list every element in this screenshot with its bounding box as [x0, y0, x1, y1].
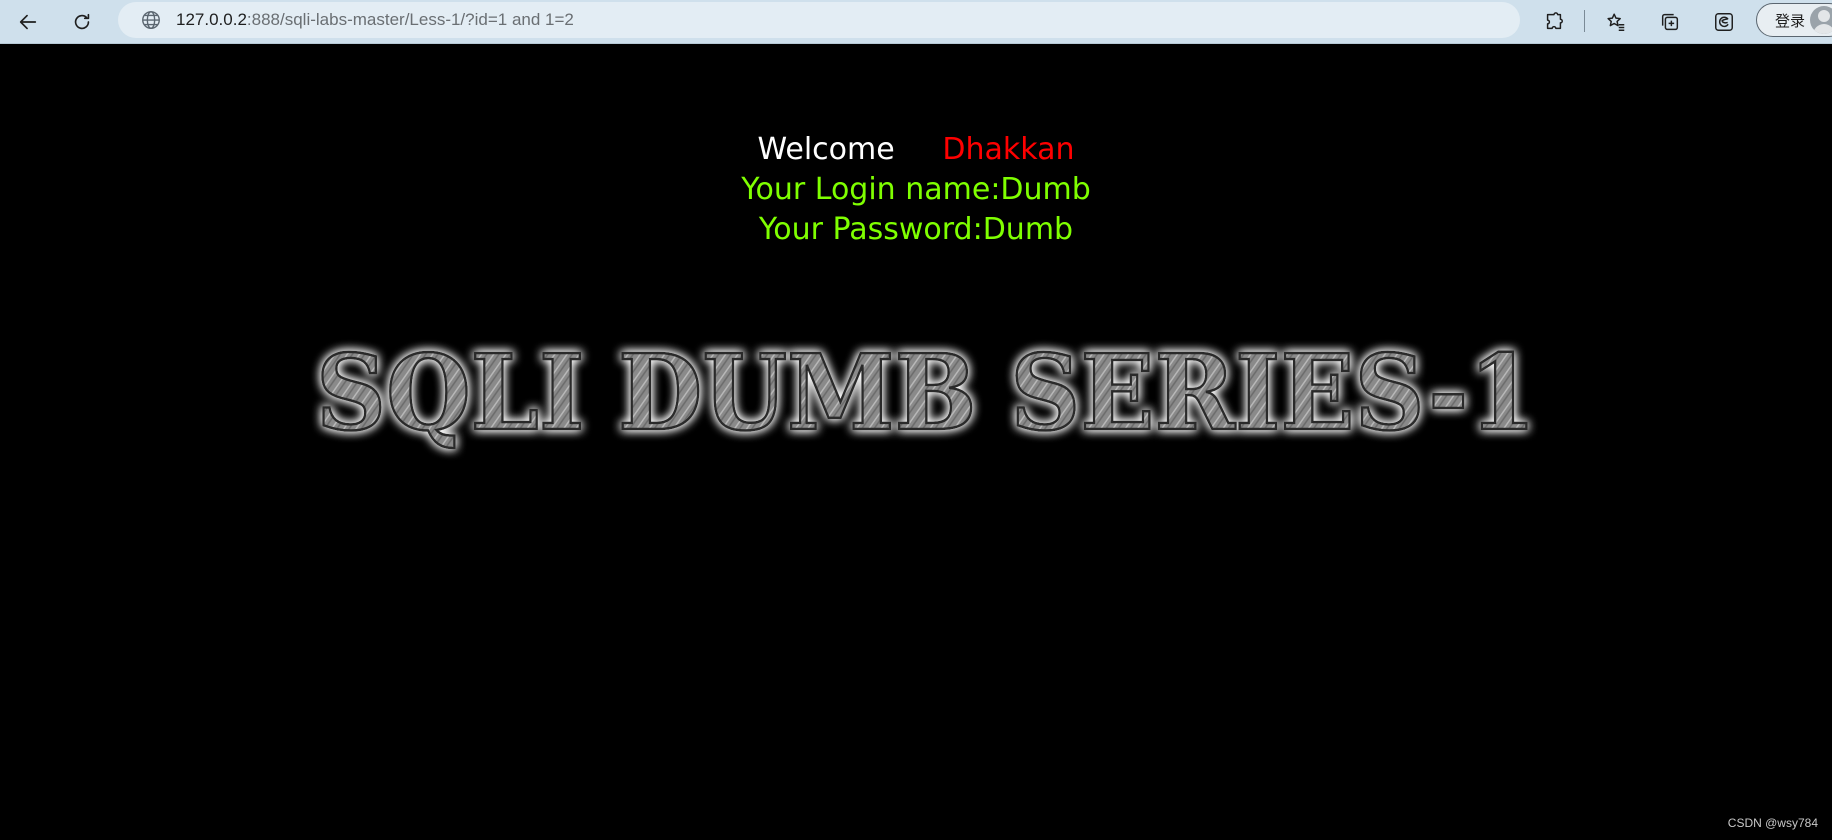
login-label: 登录	[1775, 11, 1806, 30]
address-bar[interactable]: 127.0.0.2:888/sqli-labs-master/Less-1/?i…	[118, 2, 1520, 38]
toolbar-divider	[1584, 10, 1585, 32]
url-host: 127.0.0.2	[176, 10, 247, 29]
refresh-icon	[74, 13, 90, 30]
banner-text: SQLI DUMB SERIES-1	[316, 331, 1536, 454]
watermark: CSDN @wsy784	[1727, 816, 1818, 830]
edge-icon	[1715, 13, 1733, 31]
url-text[interactable]: 127.0.0.2:888/sqli-labs-master/Less-1/?i…	[176, 10, 574, 30]
user-name: Dhakkan	[942, 132, 1075, 167]
sqli-dumb-series-banner: SQLI DUMB SERIES-1	[315, 330, 1538, 456]
back-button[interactable]	[10, 4, 46, 40]
password-text: Your Password:Dumb	[758, 212, 1074, 247]
welcome-text: Welcome	[757, 132, 895, 167]
login-name-text: Your Login name:Dumb	[741, 172, 1091, 207]
refresh-button[interactable]	[64, 4, 100, 40]
browser-toolbar: 127.0.0.2:888/sqli-labs-master/Less-1/?i…	[0, 0, 1832, 44]
page-content: Welcome Dhakkan Your Login name:Dumb You…	[0, 44, 1832, 840]
edge-button[interactable]	[1706, 4, 1742, 40]
url-path: :888/sqli-labs-master/Less-1/?id=1 and 1…	[246, 10, 574, 29]
avatar[interactable]	[1810, 6, 1832, 34]
extensions-button[interactable]	[1536, 4, 1572, 40]
welcome-line: Welcome Dhakkan	[0, 132, 1832, 167]
favorites-icon	[1607, 13, 1625, 31]
collections-icon	[1661, 13, 1679, 31]
collections-button[interactable]	[1652, 4, 1688, 40]
favorites-button[interactable]	[1598, 4, 1634, 40]
extensions-icon	[1546, 12, 1563, 30]
back-icon	[19, 14, 37, 30]
globe-icon	[140, 9, 162, 31]
